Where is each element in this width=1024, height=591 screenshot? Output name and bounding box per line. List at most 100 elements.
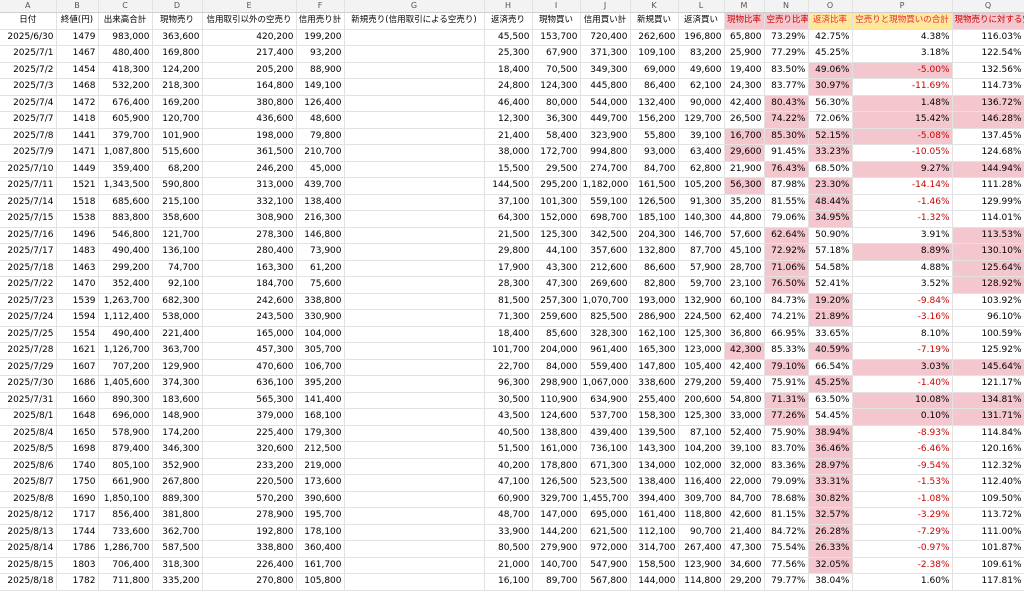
date-cell[interactable]: 2025/7/2 [0,62,57,79]
data-cell[interactable]: 883,800 [98,210,153,228]
data-cell[interactable]: 698,700 [580,210,631,228]
data-cell[interactable]: 636,100 [202,375,297,393]
data-cell[interactable]: 87.98% [764,177,809,195]
data-cell[interactable]: 75,600 [296,276,345,294]
data-cell[interactable]: 621,500 [580,524,631,541]
data-cell[interactable]: 313,000 [202,177,297,195]
data-cell[interactable]: 81.15% [764,507,809,525]
data-cell[interactable]: 1803 [56,557,99,574]
data-cell[interactable]: 136.72% [952,95,1024,112]
data-cell[interactable]: 219,000 [296,458,345,475]
data-cell[interactable]: 40,200 [484,458,533,475]
header-cell-K[interactable]: 新規買い [630,12,679,30]
data-cell[interactable]: 439,700 [296,177,345,195]
data-cell[interactable]: 145.64% [952,359,1024,376]
data-cell[interactable]: 371,300 [580,45,631,63]
data-cell[interactable]: 1554 [56,326,99,343]
data-cell[interactable]: 278,300 [202,227,297,244]
header-cell-M[interactable]: 現物比率 [724,12,765,30]
data-cell[interactable]: 106,700 [296,359,345,376]
date-cell[interactable]: 2025/8/5 [0,441,57,459]
data-cell[interactable] [344,425,485,442]
data-cell[interactable]: 21,900 [724,161,765,178]
data-cell[interactable]: 338,800 [296,293,345,310]
data-cell[interactable]: 490,400 [98,326,153,343]
data-cell[interactable]: -9.54% [852,458,953,475]
data-cell[interactable]: 88,900 [296,62,345,79]
data-cell[interactable]: 100.59% [952,326,1024,343]
header-cell-O[interactable]: 返済比率 [808,12,853,30]
column-letter-K[interactable]: K [630,0,679,13]
data-cell[interactable]: 105,400 [678,359,725,376]
date-cell[interactable]: 2025/7/29 [0,359,57,376]
data-cell[interactable]: 279,200 [678,375,725,393]
data-cell[interactable]: 856,400 [98,507,153,525]
data-cell[interactable]: 109,100 [630,45,679,63]
data-cell[interactable]: 257,300 [532,293,581,310]
data-cell[interactable]: 59,400 [724,375,765,393]
data-cell[interactable]: 93,000 [630,144,679,162]
data-cell[interactable] [344,45,485,63]
data-cell[interactable]: 132,800 [630,243,679,261]
data-cell[interactable]: 262,600 [630,29,679,46]
data-cell[interactable] [344,177,485,195]
data-cell[interactable]: 18,400 [484,62,533,79]
data-cell[interactable]: 889,300 [152,491,203,508]
data-cell[interactable]: 36,300 [532,111,581,129]
data-cell[interactable]: 38,000 [484,144,533,162]
data-cell[interactable]: 682,300 [152,293,203,310]
data-cell[interactable]: 74.21% [764,309,809,327]
data-cell[interactable]: 79.10% [764,359,809,376]
data-cell[interactable]: 381,800 [152,507,203,525]
data-cell[interactable]: -1.40% [852,375,953,393]
data-cell[interactable]: 126,400 [296,95,345,112]
data-cell[interactable]: 45.25% [808,45,853,63]
data-cell[interactable]: 1744 [56,524,99,541]
date-cell[interactable]: 2025/7/24 [0,309,57,327]
data-cell[interactable]: 130.10% [952,243,1024,261]
data-cell[interactable]: 50.90% [808,227,853,244]
data-cell[interactable]: 80.43% [764,95,809,112]
data-cell[interactable]: 204,000 [532,342,581,360]
data-cell[interactable]: 565,300 [202,392,297,409]
data-cell[interactable]: 1,126,700 [98,342,153,360]
data-cell[interactable]: 1496 [56,227,99,244]
data-cell[interactable]: 546,800 [98,227,153,244]
data-cell[interactable] [344,441,485,459]
data-cell[interactable]: 92,100 [152,276,203,294]
date-cell[interactable]: 2025/7/31 [0,392,57,409]
header-cell-C[interactable]: 出来高合計 [98,12,153,30]
data-cell[interactable]: 76.50% [764,276,809,294]
date-cell[interactable]: 2025/7/17 [0,243,57,261]
data-cell[interactable]: 390,600 [296,491,345,508]
data-cell[interactable] [344,144,485,162]
data-cell[interactable]: 480,400 [98,45,153,63]
data-cell[interactable]: 103.92% [952,293,1024,310]
data-cell[interactable]: 23,100 [724,276,765,294]
data-cell[interactable]: 1717 [56,507,99,525]
data-cell[interactable]: 1660 [56,392,99,409]
data-cell[interactable]: 165,000 [202,326,297,343]
data-cell[interactable]: 178,100 [296,524,345,541]
data-cell[interactable]: 165,300 [630,342,679,360]
header-cell-H[interactable]: 返済売り [484,12,533,30]
data-cell[interactable]: 112.40% [952,474,1024,492]
data-cell[interactable]: 308,900 [202,210,297,228]
header-cell-Q[interactable]: 現物売りに対する空売り比率 [952,12,1024,30]
data-cell[interactable] [344,260,485,277]
data-cell[interactable]: 113.53% [952,227,1024,244]
data-cell[interactable]: 587,500 [152,540,203,558]
data-cell[interactable]: 156,200 [630,111,679,129]
data-cell[interactable]: 352,400 [98,276,153,294]
data-cell[interactable]: 559,400 [580,359,631,376]
data-cell[interactable]: 110,900 [532,392,581,409]
column-letter-F[interactable]: F [296,0,345,13]
data-cell[interactable]: 243,500 [202,309,297,327]
data-cell[interactable]: 126,500 [532,474,581,492]
data-cell[interactable]: 346,300 [152,441,203,459]
data-cell[interactable]: 168,100 [296,408,345,426]
data-cell[interactable]: 144,000 [630,573,679,591]
data-cell[interactable]: 22,700 [484,359,533,376]
data-cell[interactable]: 112.32% [952,458,1024,475]
data-cell[interactable]: 52,400 [724,425,765,442]
